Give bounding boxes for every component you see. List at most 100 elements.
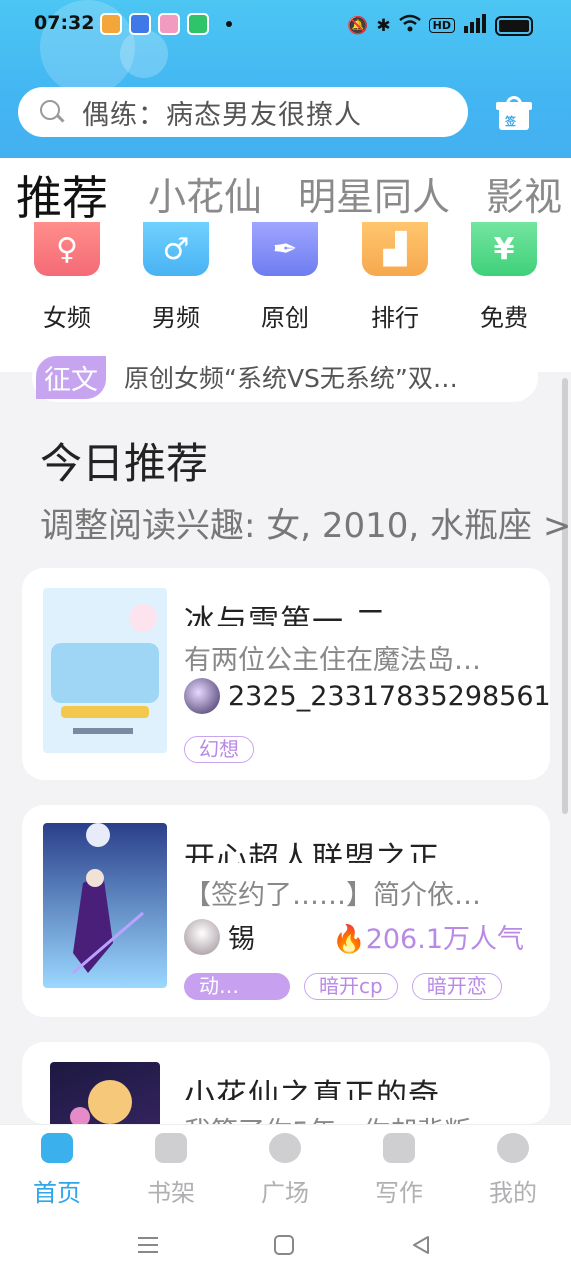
contest-notice-banner[interactable]: 征文 原创女频“系统VS无系统”双… bbox=[32, 352, 538, 402]
bottom-navigation: 首页 书架 广场 写作 我的 bbox=[0, 1124, 571, 1214]
chat-bubble-icon bbox=[497, 1133, 529, 1163]
tag-list: 动… 暗开cp 暗开恋 bbox=[184, 973, 502, 1000]
nav-label: 写作 bbox=[375, 1179, 423, 1207]
book-description: 【签约了……】简介依… bbox=[184, 880, 481, 911]
flame-icon: 🔥 bbox=[332, 924, 366, 955]
bookshelf-icon bbox=[155, 1133, 187, 1163]
system-icons: 🔕 ✱ HD bbox=[347, 13, 533, 38]
category-ranking[interactable]: ▟ 排行 bbox=[355, 222, 435, 333]
book-title: 小花仙之真正的奇 bbox=[184, 1078, 440, 1100]
planet-icon bbox=[269, 1133, 301, 1163]
book-title: 冰与雪第一 二 bbox=[184, 604, 387, 626]
pen-icon: ✒ bbox=[252, 222, 318, 276]
nav-write[interactable]: 写作 bbox=[354, 1133, 444, 1208]
home-icon bbox=[41, 1133, 73, 1163]
category-label: 免费 bbox=[480, 304, 528, 332]
mute-icon: 🔕 bbox=[347, 15, 369, 36]
avatar bbox=[184, 918, 220, 955]
nav-label: 广场 bbox=[261, 1179, 309, 1207]
app-notification-icon bbox=[100, 13, 122, 35]
book-card[interactable]: 小花仙之真正的奇 我等了你5年，你却背叛 bbox=[22, 1042, 550, 1124]
nav-label: 我的 bbox=[489, 1179, 537, 1207]
tag[interactable]: 暗开恋 bbox=[411, 973, 502, 1000]
gift-label: 签 bbox=[505, 115, 516, 128]
book-card[interactable]: 开心超人联盟之正 【签约了……】简介依… 锡 🔥206.1万人气 动… 暗开cp… bbox=[22, 805, 550, 1017]
podium-icon: ▟ bbox=[362, 222, 428, 276]
search-input[interactable]: 偶练：病态男友很撩人 bbox=[18, 87, 468, 137]
scrollbar[interactable] bbox=[562, 378, 568, 814]
category-free[interactable]: ¥ 免费 bbox=[464, 222, 544, 333]
author-name: 锡 bbox=[228, 924, 255, 955]
popularity-count: 206.1万人气 bbox=[365, 924, 524, 955]
tab-recommend[interactable]: 推荐 bbox=[16, 162, 108, 222]
book-card[interactable]: 冰与雪第一 二 有两位公主住在魔法岛… 2325_233178352985618… bbox=[22, 568, 550, 780]
author-row: 2325_233178352985618 19 bbox=[184, 678, 550, 714]
app-notification-icon bbox=[187, 13, 209, 35]
avatar bbox=[184, 678, 220, 714]
nav-label: 书架 bbox=[147, 1179, 195, 1207]
book-description: 我等了你5年，你却背叛 bbox=[184, 1110, 471, 1124]
notification-icons bbox=[100, 13, 232, 35]
tag[interactable]: 幻想 bbox=[184, 736, 254, 763]
book-cover-art bbox=[70, 1080, 132, 1124]
back-button[interactable] bbox=[410, 1234, 432, 1260]
book-description: 有两位公主住在魔法岛… bbox=[184, 645, 481, 676]
tag[interactable]: 动… bbox=[184, 973, 290, 1000]
category-shortcuts: ♀ 女频 ♂ 男频 ✒ 原创 ▟ 排行 ¥ 免费 bbox=[0, 222, 571, 372]
book-title: 开心超人联盟之正 bbox=[184, 841, 440, 863]
signal-icon bbox=[463, 13, 487, 38]
popularity: 🔥206.1万人气 bbox=[332, 917, 524, 956]
book-cover-art bbox=[43, 823, 167, 988]
free-icon: ¥ bbox=[471, 222, 537, 276]
category-label: 原创 bbox=[261, 304, 309, 332]
pencil-icon bbox=[383, 1133, 415, 1163]
tag-list: 幻想 bbox=[184, 736, 254, 763]
nav-home[interactable]: 首页 bbox=[12, 1133, 102, 1208]
search-placeholder: 偶练：病态男友很撩人 bbox=[82, 99, 362, 131]
nav-label: 首页 bbox=[33, 1179, 81, 1207]
tab-xiaohuaxian[interactable]: 小花仙 bbox=[148, 166, 262, 221]
app-notification-icon bbox=[158, 13, 180, 35]
book-cover bbox=[50, 1062, 160, 1124]
notice-text: 原创女频“系统VS无系统”双… bbox=[124, 364, 458, 393]
back-triangle-icon bbox=[413, 1236, 429, 1254]
category-label: 男频 bbox=[152, 304, 200, 332]
notice-badge: 征文 bbox=[36, 355, 106, 399]
search-icon bbox=[40, 100, 65, 124]
author-name: 2325_233178352985618 bbox=[228, 680, 550, 712]
tab-celebrity[interactable]: 明星同人 bbox=[298, 166, 450, 221]
nav-profile[interactable]: 我的 bbox=[468, 1133, 558, 1208]
tag[interactable]: 暗开cp bbox=[304, 973, 398, 1000]
book-cover-art bbox=[43, 588, 167, 753]
category-male[interactable]: ♂ 男频 bbox=[136, 222, 216, 333]
menu-button[interactable] bbox=[136, 1234, 160, 1260]
hd-icon: HD bbox=[428, 18, 455, 33]
nav-bookshelf[interactable]: 书架 bbox=[126, 1133, 216, 1208]
category-female[interactable]: ♀ 女频 bbox=[27, 222, 107, 333]
menu-icon bbox=[138, 1237, 158, 1253]
male-icon: ♂ bbox=[143, 222, 209, 276]
home-button[interactable] bbox=[273, 1234, 295, 1260]
category-label: 排行 bbox=[371, 304, 419, 332]
category-original[interactable]: ✒ 原创 bbox=[245, 222, 325, 333]
category-tabs: 推荐 小花仙 明星同人 影视 bbox=[0, 158, 571, 222]
app-notification-icon bbox=[129, 13, 151, 35]
category-label: 女频 bbox=[43, 304, 91, 332]
bluetooth-icon: ✱ bbox=[376, 15, 391, 36]
square-icon bbox=[274, 1235, 294, 1255]
sign-in-gift-button[interactable]: 签 bbox=[496, 96, 532, 132]
reading-interest-link[interactable]: 调整阅读兴趣: 女, 2010, 水瓶座 > bbox=[40, 498, 571, 547]
more-notifications-icon bbox=[226, 21, 232, 27]
system-navigation-bar bbox=[0, 1214, 571, 1280]
author-row: 锡 🔥206.1万人气 bbox=[184, 917, 524, 956]
book-cover bbox=[43, 588, 167, 753]
female-icon: ♀ bbox=[34, 222, 100, 276]
book-cover bbox=[43, 823, 167, 988]
battery-icon bbox=[495, 15, 533, 36]
wifi-icon bbox=[398, 14, 421, 37]
tab-film[interactable]: 影视 bbox=[486, 166, 562, 221]
nav-square[interactable]: 广场 bbox=[240, 1133, 330, 1208]
status-bar: 07:32 🔕 ✱ HD bbox=[0, 0, 571, 50]
status-time: 07:32 bbox=[34, 12, 95, 34]
section-title: 今日推荐 bbox=[40, 439, 209, 488]
